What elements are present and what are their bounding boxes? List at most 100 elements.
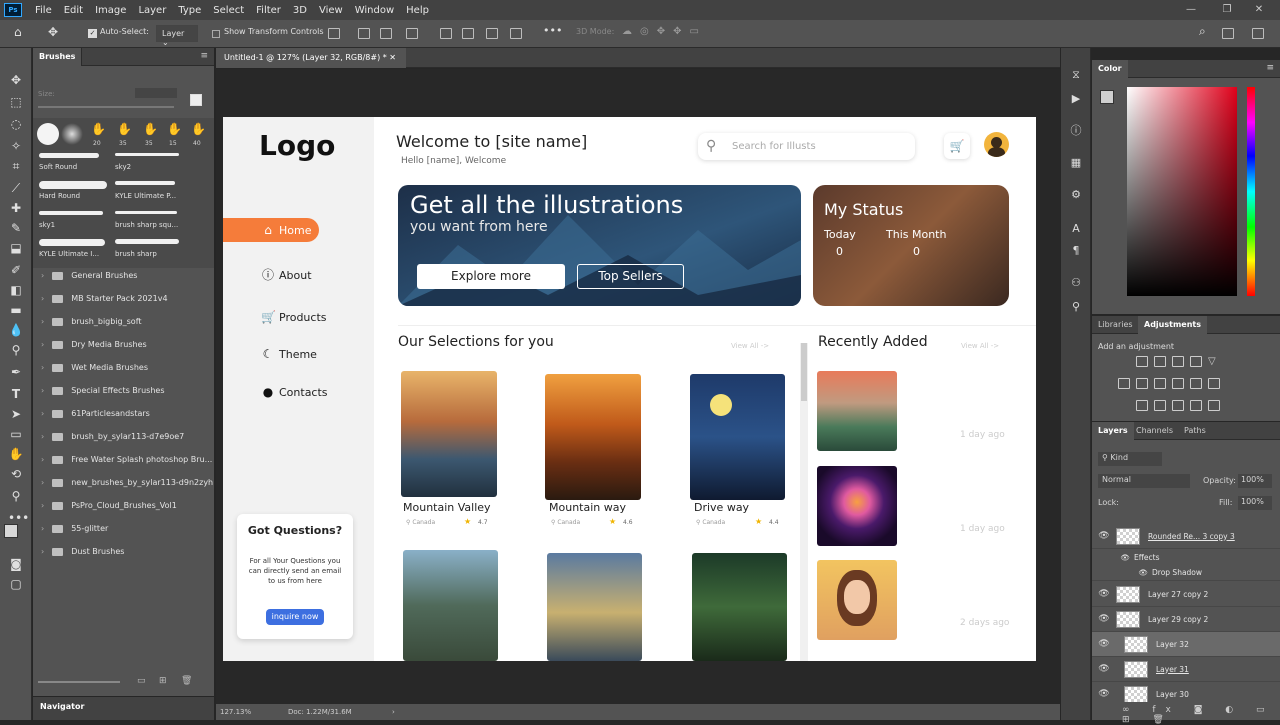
align-right-icon[interactable]: [380, 28, 392, 39]
layers-footer-icons[interactable]: ∞ fx ◙ ◐ ▭ ⊞ 🗑: [1092, 702, 1280, 725]
layer-row[interactable]: 👁 Layer 31: [1092, 657, 1280, 682]
eyedropper-icon[interactable]: ⟋: [8, 180, 24, 196]
blend-mode-select[interactable]: Normal: [1098, 474, 1190, 488]
healing-icon[interactable]: ✚: [8, 200, 24, 216]
brush-folder[interactable]: › brush_by_sylar113-d7e9oe7: [33, 425, 214, 448]
layer-row[interactable]: 👁 Rounded Re... 3 copy 3: [1092, 524, 1280, 549]
info-icon[interactable]: ⓘ: [1069, 124, 1083, 138]
recent-image[interactable]: [817, 560, 897, 640]
menu-view[interactable]: View: [313, 5, 349, 16]
effects-row[interactable]: 👁 Effects: [1092, 549, 1280, 565]
view-all-link[interactable]: View All ->: [731, 342, 769, 350]
brush-folder[interactable]: › Wet Media Brushes: [33, 356, 214, 379]
new-brush-icon[interactable]: [190, 94, 202, 106]
foreground-swatch[interactable]: [1100, 90, 1114, 104]
brush-item[interactable]: KYLE Ultimate P...: [113, 178, 185, 206]
brush-item[interactable]: Hard Round: [37, 178, 109, 206]
path-select-icon[interactable]: ➤: [8, 406, 24, 422]
brush-item[interactable]: sky2: [113, 150, 185, 178]
share-icon[interactable]: [1252, 28, 1264, 39]
gradient-map-icon[interactable]: [1190, 400, 1202, 411]
invert-icon[interactable]: [1136, 400, 1148, 411]
size-field[interactable]: [135, 88, 177, 98]
menu-type[interactable]: Type: [172, 5, 207, 16]
top-sellers-button[interactable]: Top Sellers: [577, 264, 684, 289]
site-search-input[interactable]: ⚲ Search for Illusts: [698, 133, 915, 160]
cart-icon[interactable]: 🛒: [944, 133, 970, 159]
inquire-button[interactable]: inquire now: [266, 609, 324, 625]
brush-folder[interactable]: › Free Water Splash photoshop Bru...: [33, 448, 214, 471]
distribute-right-icon[interactable]: [486, 28, 498, 39]
brush-folder[interactable]: › Dry Media Brushes: [33, 333, 214, 356]
brushes-tab[interactable]: Brushes: [33, 48, 83, 66]
kind-filter[interactable]: ⚲ Kind: [1098, 452, 1162, 466]
foreground-color-swatch[interactable]: [4, 524, 18, 538]
new-brush-button-icon[interactable]: ⊞: [159, 676, 167, 686]
brush-folder[interactable]: › Dust Brushes: [33, 540, 214, 563]
paths-tab[interactable]: Paths: [1178, 422, 1212, 440]
adjustments-tab[interactable]: Adjustments: [1138, 316, 1207, 334]
brush-item[interactable]: KYLE Ultimate I...: [37, 236, 109, 264]
crop-icon[interactable]: ⌗: [8, 158, 24, 174]
layer-row-selected[interactable]: 👁 Layer 32: [1092, 632, 1280, 657]
paragraph-icon[interactable]: ¶: [1069, 244, 1083, 258]
brush-folder[interactable]: › 61Particlesandstars: [33, 402, 214, 425]
brush-folder[interactable]: › new_brushes_by_sylar113-d9n2zyh: [33, 471, 214, 494]
move-icon[interactable]: ✥: [8, 72, 24, 88]
home-icon[interactable]: ⌂: [14, 25, 22, 39]
view-all-recent-link[interactable]: View All ->: [961, 342, 999, 350]
new-group-icon[interactable]: ▭: [137, 676, 146, 686]
clone-source-icon[interactable]: ⚲: [1069, 300, 1083, 314]
photo-filter-icon[interactable]: [1172, 378, 1184, 389]
status-arrow-icon[interactable]: ›: [392, 704, 395, 720]
card-image-road[interactable]: [403, 550, 498, 661]
card-image-mountain-way[interactable]: [545, 374, 641, 500]
blur-icon[interactable]: 💧: [8, 322, 24, 338]
size-slider[interactable]: [38, 106, 174, 108]
brush-folder[interactable]: › PsPro_Cloud_Brushes_Vol1: [33, 494, 214, 517]
magic-wand-icon[interactable]: ✧: [8, 138, 24, 154]
vibrance-icon[interactable]: ▽: [1208, 356, 1220, 367]
shape-icon[interactable]: ▭: [8, 426, 24, 442]
color-tab[interactable]: Color: [1092, 60, 1128, 78]
layers-tab[interactable]: Layers: [1092, 422, 1134, 440]
character-icon[interactable]: A: [1069, 222, 1083, 236]
menu-filter[interactable]: Filter: [250, 5, 287, 16]
brush-folder[interactable]: › 55-glitter: [33, 517, 214, 540]
distribute-bottom-icon[interactable]: [510, 28, 522, 39]
preset-35a[interactable]: ✋: [117, 122, 132, 136]
libraries-tab[interactable]: Libraries: [1092, 316, 1139, 334]
panel-menu-icon[interactable]: ≡: [200, 51, 208, 61]
zoom-icon[interactable]: ⚲: [8, 488, 24, 504]
menu-layer[interactable]: Layer: [132, 5, 172, 16]
card-image-valley[interactable]: [401, 371, 497, 497]
menu-help[interactable]: Help: [400, 5, 435, 16]
hand-icon[interactable]: ✋: [8, 446, 24, 462]
hue-slider[interactable]: [1247, 87, 1255, 296]
brush-item[interactable]: brush sharp squ...: [113, 208, 185, 236]
dodge-icon[interactable]: ⚲: [8, 342, 24, 358]
actions-play-icon[interactable]: ▶: [1069, 92, 1083, 106]
brush-icon[interactable]: ✎: [8, 220, 24, 236]
quick-mask-icon[interactable]: ◙: [8, 556, 24, 572]
scrollbar[interactable]: [800, 343, 808, 661]
menu-3d[interactable]: 3D: [287, 5, 313, 16]
brush-folder[interactable]: › MB Starter Pack 2021v4: [33, 287, 214, 310]
color-lookup-icon[interactable]: [1208, 378, 1220, 389]
screen-mode-icon[interactable]: ▢: [8, 576, 24, 592]
menu-window[interactable]: Window: [349, 5, 400, 16]
menu-image[interactable]: Image: [89, 5, 132, 16]
menu-select[interactable]: Select: [207, 5, 250, 16]
card-image-treehouse[interactable]: [692, 553, 787, 661]
workspace-icon[interactable]: [1222, 28, 1234, 39]
color-field[interactable]: [1127, 87, 1237, 296]
card-image-drive-way[interactable]: [690, 374, 785, 500]
levels-icon[interactable]: [1154, 356, 1166, 367]
drop-shadow-row[interactable]: 👁 Drop Shadow: [1092, 565, 1280, 581]
menu-file[interactable]: File: [29, 5, 58, 16]
search-icon[interactable]: ⌕: [1199, 24, 1206, 39]
color-balance-icon[interactable]: [1136, 378, 1148, 389]
maximize-icon[interactable]: ❐: [1214, 0, 1240, 20]
transform-checkbox[interactable]: [212, 30, 220, 38]
properties-icon[interactable]: ⚙: [1069, 188, 1083, 202]
